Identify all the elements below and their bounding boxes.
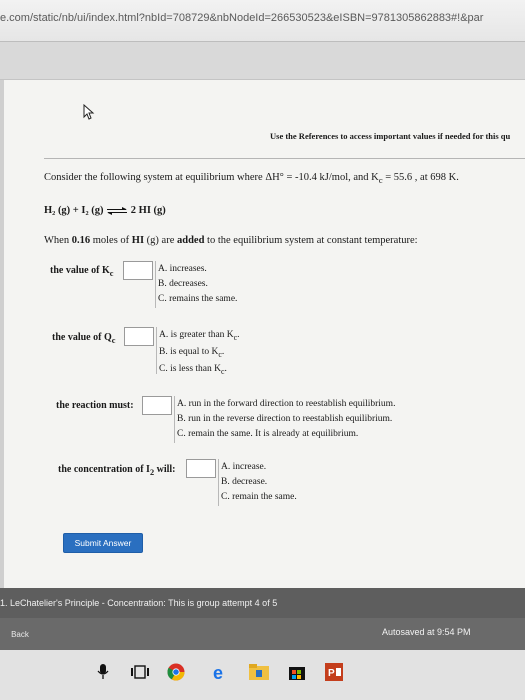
microphone-icon[interactable]: [93, 662, 113, 682]
chemical-equation: H₂ (g) + I₂ (g) 2 HI (g): [44, 205, 166, 216]
answer-input-kc[interactable]: [123, 261, 153, 280]
edge-icon[interactable]: e: [211, 662, 231, 682]
question-concentration-label: the concentration of I2 will:: [58, 464, 176, 477]
answer-input-qc[interactable]: [124, 327, 154, 346]
options-border: [218, 459, 219, 506]
mouse-cursor-icon: [83, 104, 95, 120]
equilibrium-arrow-icon: [107, 206, 128, 215]
back-button[interactable]: Back: [0, 618, 40, 650]
options-kc: A. increases. B. decreases. C. remains t…: [158, 262, 237, 307]
problem-statement: Consider the following system at equilib…: [44, 172, 459, 186]
option-b: B. decrease.: [221, 477, 268, 487]
option-c: C. remains the same.: [158, 294, 238, 304]
powerpoint-icon[interactable]: P: [324, 662, 344, 682]
option-a: A. increases.: [158, 264, 207, 274]
options-reaction: A. run in the forward direction to reest…: [177, 397, 395, 442]
submit-answer-button[interactable]: Submit Answer: [63, 533, 143, 553]
options-border: [174, 396, 175, 443]
address-bar[interactable]: e.com/static/nb/ui/index.html?nbId=70872…: [0, 0, 525, 42]
condition-statement: When 0.16 moles of HI (g) are added to t…: [44, 235, 418, 246]
option-c: C. is less than Kc.: [159, 363, 227, 376]
option-b: B. is equal to Kc.: [159, 346, 225, 359]
answer-input-concentration[interactable]: [186, 459, 216, 478]
options-concentration: A. increase. B. decrease. C. remain the …: [221, 460, 297, 505]
option-b: B. run in the reverse direction to reest…: [177, 414, 393, 424]
option-a: A. run in the forward direction to reest…: [177, 399, 396, 409]
references-notice: Use the References to access important v…: [270, 131, 511, 141]
options-qc: A. is greater than Kc. B. is equal to Kc…: [159, 328, 240, 379]
option-b: B. decreases.: [158, 279, 208, 289]
divider: [44, 158, 525, 159]
chrome-icon[interactable]: [166, 662, 186, 682]
answer-input-reaction[interactable]: [142, 396, 172, 415]
question-kc-label: the value of Kc: [50, 265, 114, 278]
option-c: C. remain the same. It is already at equ…: [177, 429, 359, 439]
status-bar: 1. LeChatelier's Principle - Concentrati…: [0, 588, 525, 618]
autosave-status: Autosaved at 9:54 PM: [382, 627, 471, 637]
question-reaction-label: the reaction must:: [56, 400, 134, 411]
option-a: A. is greater than Kc.: [159, 330, 240, 342]
toolbar-band: [0, 42, 525, 80]
svg-text:P: P: [328, 668, 335, 679]
svg-text:e: e: [213, 663, 223, 681]
url-text[interactable]: e.com/static/nb/ui/index.html?nbId=70872…: [0, 12, 483, 24]
options-border: [155, 261, 156, 308]
task-view-icon[interactable]: [130, 662, 150, 682]
options-border: [156, 327, 157, 374]
question-qc-label: the value of Qc: [52, 332, 116, 345]
file-explorer-icon[interactable]: [249, 662, 269, 682]
attempt-status: 1. LeChatelier's Principle - Concentrati…: [0, 598, 278, 608]
option-a: A. increase.: [221, 462, 267, 472]
store-icon[interactable]: [287, 662, 307, 682]
option-c: C. remain the same.: [221, 492, 297, 502]
